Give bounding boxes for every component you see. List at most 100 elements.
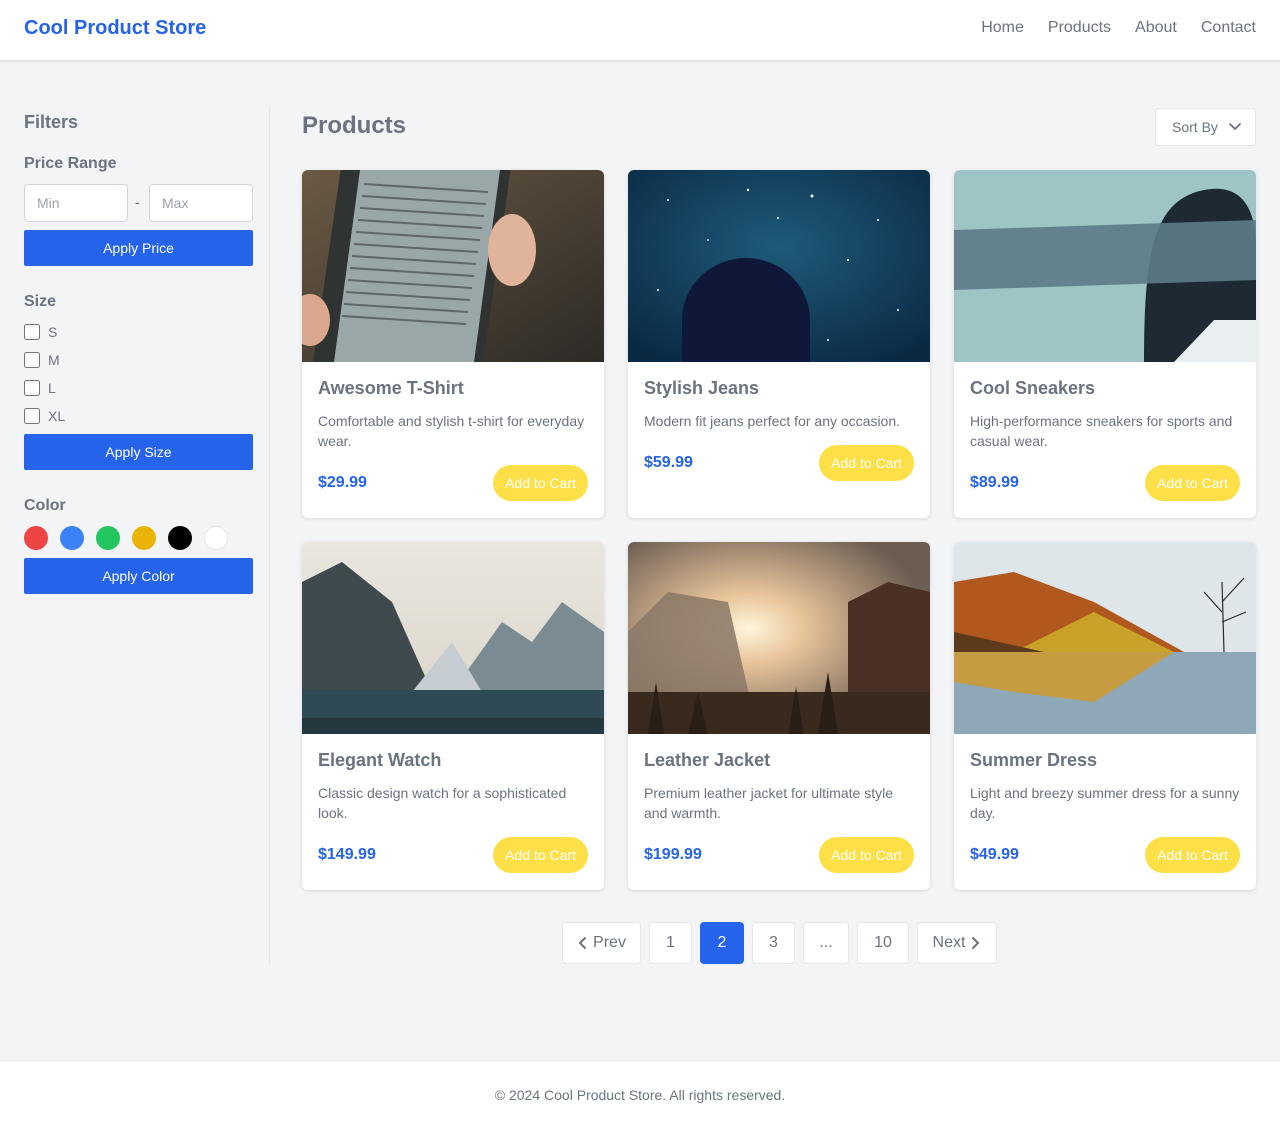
page-3-button[interactable]: 3 <box>752 922 795 964</box>
add-to-cart-button[interactable]: Add to Cart <box>1145 465 1240 501</box>
next-label: Next <box>932 934 966 951</box>
product-price: $29.99 <box>318 474 367 491</box>
filters-title: Filters <box>24 112 79 132</box>
price-range-label: Price Range <box>24 155 117 172</box>
product-card-body: Stylish Jeans Modern fit jeans perfect f… <box>644 378 914 481</box>
page-10-button[interactable]: 10 <box>857 922 909 964</box>
product-name: Stylish Jeans <box>644 378 760 398</box>
product-card[interactable]: Elegant Watch Classic design watch for a… <box>302 542 604 890</box>
product-image-autumn-lake <box>954 542 1256 734</box>
product-name: Elegant Watch <box>318 750 442 770</box>
size-l-checkbox[interactable] <box>24 380 40 396</box>
pagination: Prev 1 2 3 ... 10 Next <box>562 922 997 964</box>
nav-home-link[interactable]: Home <box>981 19 1024 37</box>
product-card-body: Leather Jacket Premium leather jacket fo… <box>644 750 914 873</box>
product-description: Premium leather jacket for ultimate styl… <box>644 785 893 821</box>
main-nav: Home Products About Contact <box>981 19 1256 37</box>
sidebar-divider <box>269 108 270 966</box>
color-swatch-red[interactable] <box>24 526 48 550</box>
size-option-xl[interactable]: XL <box>24 408 65 424</box>
product-price: $49.99 <box>970 846 1019 863</box>
prev-label: Prev <box>593 934 626 951</box>
page-2-button[interactable]: 2 <box>700 922 744 964</box>
product-card-body: Cool Sneakers High-performance sneakers … <box>970 378 1240 501</box>
product-name: Leather Jacket <box>644 750 771 770</box>
sort-by-dropdown[interactable]: Sort By <box>1155 108 1256 146</box>
prev-page-button[interactable]: Prev <box>562 922 641 964</box>
brand-logo[interactable]: Cool Product Store <box>24 17 206 40</box>
product-name: Cool Sneakers <box>970 378 1096 398</box>
copyright-text: © 2024 Cool Product Store. All rights re… <box>494 1087 786 1103</box>
product-card[interactable]: Summer Dress Light and breezy summer dre… <box>954 542 1256 890</box>
size-l-label: L <box>48 380 56 396</box>
product-image-ereader <box>302 170 604 362</box>
product-price: $89.99 <box>970 474 1019 491</box>
product-image-mountain-lake <box>302 542 604 734</box>
product-card[interactable]: Cool Sneakers High-performance sneakers … <box>954 170 1256 518</box>
size-option-s[interactable]: S <box>24 324 57 340</box>
site-header: Cool Product Store Home Products About C… <box>0 0 1280 60</box>
product-card[interactable]: Awesome T-Shirt Comfortable and stylish … <box>302 170 604 518</box>
price-min-input[interactable] <box>24 184 128 222</box>
page-ellipsis: ... <box>803 922 849 964</box>
product-name: Summer Dress <box>970 750 1098 770</box>
product-name: Awesome T-Shirt <box>318 378 464 398</box>
size-xl-checkbox[interactable] <box>24 408 40 424</box>
product-image-portrait <box>954 170 1256 362</box>
product-description: Modern fit jeans perfect for any occasio… <box>644 413 901 429</box>
product-footer: $199.99 Add to Cart <box>644 837 914 873</box>
product-description: Comfortable and stylish t-shirt for ever… <box>318 413 585 449</box>
product-card-body: Elegant Watch Classic design watch for a… <box>318 750 588 873</box>
add-to-cart-button[interactable]: Add to Cart <box>493 465 588 501</box>
color-swatch-yellow[interactable] <box>132 526 156 550</box>
add-to-cart-button[interactable]: Add to Cart <box>1145 837 1240 873</box>
color-swatch-green[interactable] <box>96 526 120 550</box>
product-footer: $149.99 Add to Cart <box>318 837 588 873</box>
product-description: High-performance sneakers for sports and… <box>970 413 1233 449</box>
page-title: Products <box>302 112 407 139</box>
product-footer: $89.99 Add to Cart <box>970 465 1240 501</box>
add-to-cart-button[interactable]: Add to Cart <box>819 445 914 481</box>
page-1-button[interactable]: 1 <box>649 922 692 964</box>
apply-color-button[interactable]: Apply Color <box>24 558 253 594</box>
add-to-cart-button[interactable]: Add to Cart <box>819 837 914 873</box>
apply-size-button[interactable]: Apply Size <box>24 434 253 470</box>
apply-price-button[interactable]: Apply Price <box>24 230 253 266</box>
color-label: Color <box>24 497 66 514</box>
chevron-right-icon <box>972 937 980 949</box>
size-option-m[interactable]: M <box>24 352 60 368</box>
size-xl-label: XL <box>48 408 66 424</box>
price-max-input[interactable] <box>149 184 253 222</box>
chevron-left-icon <box>578 937 587 949</box>
product-description: Light and breezy summer dress for a sunn… <box>970 785 1240 821</box>
nav-products-link[interactable]: Products <box>1048 19 1111 37</box>
size-option-l[interactable]: L <box>24 380 56 396</box>
color-swatch-black[interactable] <box>168 526 192 550</box>
nav-about-link[interactable]: About <box>1135 19 1177 37</box>
size-s-label: S <box>48 324 58 340</box>
product-card-body: Awesome T-Shirt Comfortable and stylish … <box>318 378 588 501</box>
color-swatch-white[interactable] <box>204 526 228 550</box>
product-image-sunset-valley <box>628 542 930 734</box>
product-card[interactable]: Stylish Jeans Modern fit jeans perfect f… <box>628 170 930 518</box>
add-to-cart-button[interactable]: Add to Cart <box>493 837 588 873</box>
size-s-checkbox[interactable] <box>24 324 40 340</box>
product-description: Classic design watch for a sophisticated… <box>318 785 567 821</box>
product-price: $199.99 <box>644 846 702 863</box>
price-separator: - <box>135 194 140 210</box>
color-swatch-blue[interactable] <box>60 526 84 550</box>
product-footer: $49.99 Add to Cart <box>970 837 1240 873</box>
site-footer: © 2024 Cool Product Store. All rights re… <box>0 1060 1280 1129</box>
chevron-down-icon <box>1229 123 1241 131</box>
product-footer: $59.99 Add to Cart <box>644 445 914 481</box>
product-card[interactable]: Leather Jacket Premium leather jacket fo… <box>628 542 930 890</box>
nav-contact-link[interactable]: Contact <box>1201 19 1256 37</box>
sort-by-label: Sort By <box>1172 119 1218 135</box>
product-image-night-sky <box>628 170 930 362</box>
product-price: $59.99 <box>644 454 693 471</box>
product-footer: $29.99 Add to Cart <box>318 465 588 501</box>
color-swatches <box>24 526 228 550</box>
size-m-label: M <box>48 352 60 368</box>
size-m-checkbox[interactable] <box>24 352 40 368</box>
next-page-button[interactable]: Next <box>917 922 997 964</box>
